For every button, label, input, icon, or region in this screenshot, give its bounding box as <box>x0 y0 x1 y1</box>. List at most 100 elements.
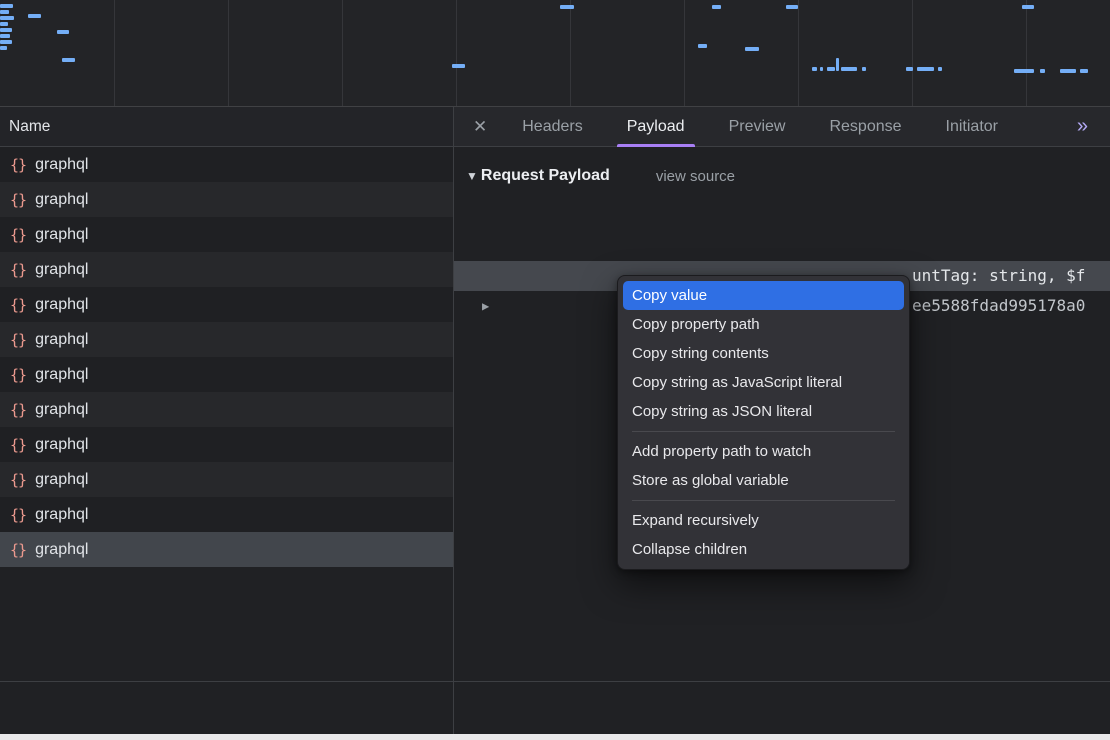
context-menu-item[interactable]: Expand recursively <box>623 506 904 535</box>
json-braces-icon: {} <box>10 191 26 209</box>
request-row[interactable]: {} graphql <box>0 427 453 462</box>
timeline-bar <box>841 67 857 71</box>
request-name: graphql <box>35 401 88 419</box>
close-icon[interactable]: ✕ <box>468 117 500 137</box>
timeline-bar <box>827 67 835 71</box>
timeline-bar <box>820 67 823 71</box>
request-payload-section: ▼ Request Payload view source <box>454 163 1110 189</box>
timeline-bar <box>0 16 14 20</box>
request-name: graphql <box>35 156 88 174</box>
timeline-bar <box>0 10 9 14</box>
page-background-strip <box>0 734 1110 740</box>
request-row[interactable]: {} graphql <box>0 217 453 252</box>
timeline-gridline <box>114 0 115 106</box>
timeline-bar <box>917 67 934 71</box>
tree-row-operation-name[interactable]: operationName"ipFlowTimeseries" <box>454 231 1110 261</box>
context-menu-item[interactable]: Copy string as JavaScript literal <box>623 368 904 397</box>
request-name: graphql <box>35 331 88 349</box>
context-menu-item[interactable]: Add property path to watch <box>623 437 904 466</box>
timeline-bar <box>0 22 8 26</box>
more-tabs-icon[interactable]: » <box>1077 115 1110 138</box>
context-menu-item[interactable]: Copy string contents <box>623 339 904 368</box>
request-row[interactable]: {} graphql <box>0 322 453 357</box>
timeline-gridline <box>1026 0 1027 106</box>
timeline-gridline <box>912 0 913 106</box>
json-braces-icon: {} <box>10 261 26 279</box>
timeline-bar <box>712 5 721 9</box>
tab-slot: HeadersPayloadPreviewResponseInitiator <box>500 107 1020 147</box>
request-name: graphql <box>35 436 88 454</box>
timeline-bar <box>862 67 866 71</box>
json-braces-icon: {} <box>10 331 26 349</box>
timeline-gridline <box>798 0 799 106</box>
request-row[interactable]: {}graphql <box>0 462 453 497</box>
tab-payload[interactable]: Payload <box>605 107 707 147</box>
timeline-bar <box>745 47 759 51</box>
json-braces-icon: {} <box>10 366 26 384</box>
request-row[interactable]: {} graphql <box>0 287 453 322</box>
request-list: {} graphql {} graphql {} graphql {} graphql {} gr… <box>0 147 453 567</box>
request-row[interactable]: {}graphql <box>0 392 453 427</box>
section-title: Request Payload <box>481 167 610 185</box>
timeline-bar <box>836 58 839 71</box>
json-braces-icon: {} <box>10 226 26 244</box>
timeline-bar <box>0 40 12 44</box>
timeline-bar <box>57 30 69 34</box>
context-menu: Copy valueCopy property pathCopy string … <box>617 275 910 570</box>
request-row[interactable]: {} graphql <box>0 252 453 287</box>
request-name: graphql <box>35 226 88 244</box>
request-name: graphql <box>35 366 88 384</box>
timeline-bar <box>560 5 574 9</box>
tab-preview[interactable]: Preview <box>707 107 808 147</box>
timeline-bar <box>28 14 41 18</box>
context-menu-item[interactable]: Store as global variable <box>623 466 904 495</box>
context-menu-item[interactable]: Copy string as JSON literal <box>623 397 904 426</box>
menu-separator <box>632 431 895 432</box>
network-request-pane: Name {}graphql{}graphql{}graphql{}graphq… <box>0 107 454 740</box>
column-header-name-label: Name <box>9 118 50 136</box>
timeline-bar <box>0 4 13 8</box>
tab-initiator[interactable]: Initiator <box>924 107 1020 147</box>
timeline-bar <box>1022 5 1034 9</box>
timeline-bar <box>0 46 7 50</box>
request-name: graphql <box>35 261 88 279</box>
request-row[interactable]: {} graphql <box>0 182 453 217</box>
view-source-link[interactable]: view source <box>656 168 735 185</box>
json-braces-icon: {} <box>10 156 26 174</box>
devtools-window: Name {}graphql{}graphql{}graphql{}graphq… <box>0 0 1110 740</box>
timeline-bar <box>786 5 798 9</box>
request-name: graphql <box>35 506 88 524</box>
context-menu-items: Copy valueCopy property pathCopy string … <box>618 281 909 564</box>
timeline-gridline <box>684 0 685 106</box>
tab-response[interactable]: Response <box>807 107 923 147</box>
timeline-bar <box>906 67 913 71</box>
collapse-icon[interactable]: ▶ <box>482 291 489 321</box>
tree-row-root[interactable]: ▼{operationName: "ipFlowTimeseries", var… <box>454 201 1110 231</box>
request-row[interactable]: {}graphql <box>0 497 453 532</box>
request-name: graphql <box>35 191 88 209</box>
json-braces-icon: {} <box>10 296 26 314</box>
request-name: graphql <box>35 296 88 314</box>
request-row[interactable]: {} graphql <box>0 147 453 182</box>
timeline-gridline <box>342 0 343 106</box>
request-row[interactable]: {}graphql <box>0 532 453 567</box>
json-value-fragment: untTag: string, $f <box>912 261 1085 291</box>
section-disclosure-icon[interactable]: ▼ <box>466 169 478 183</box>
footer-divider <box>0 681 1110 682</box>
timeline-bar <box>1080 69 1088 73</box>
json-braces-icon: {} <box>10 471 26 489</box>
column-header-name[interactable]: Name <box>0 107 453 147</box>
network-overview-timeline[interactable] <box>0 0 1110 107</box>
timeline-bar <box>698 44 707 48</box>
timeline-bar <box>812 67 817 71</box>
context-menu-item[interactable]: Copy value <box>623 281 904 310</box>
request-row[interactable]: {} graphql <box>0 357 453 392</box>
timeline-gridline <box>228 0 229 106</box>
json-braces-icon: {} <box>10 436 26 454</box>
context-menu-item[interactable]: Collapse children <box>623 535 904 564</box>
context-menu-item[interactable]: Copy property path <box>623 310 904 339</box>
timeline-bar <box>0 28 12 32</box>
tab-headers[interactable]: Headers <box>500 107 604 147</box>
timeline-gridline <box>570 0 571 106</box>
timeline-bar <box>1014 69 1034 73</box>
